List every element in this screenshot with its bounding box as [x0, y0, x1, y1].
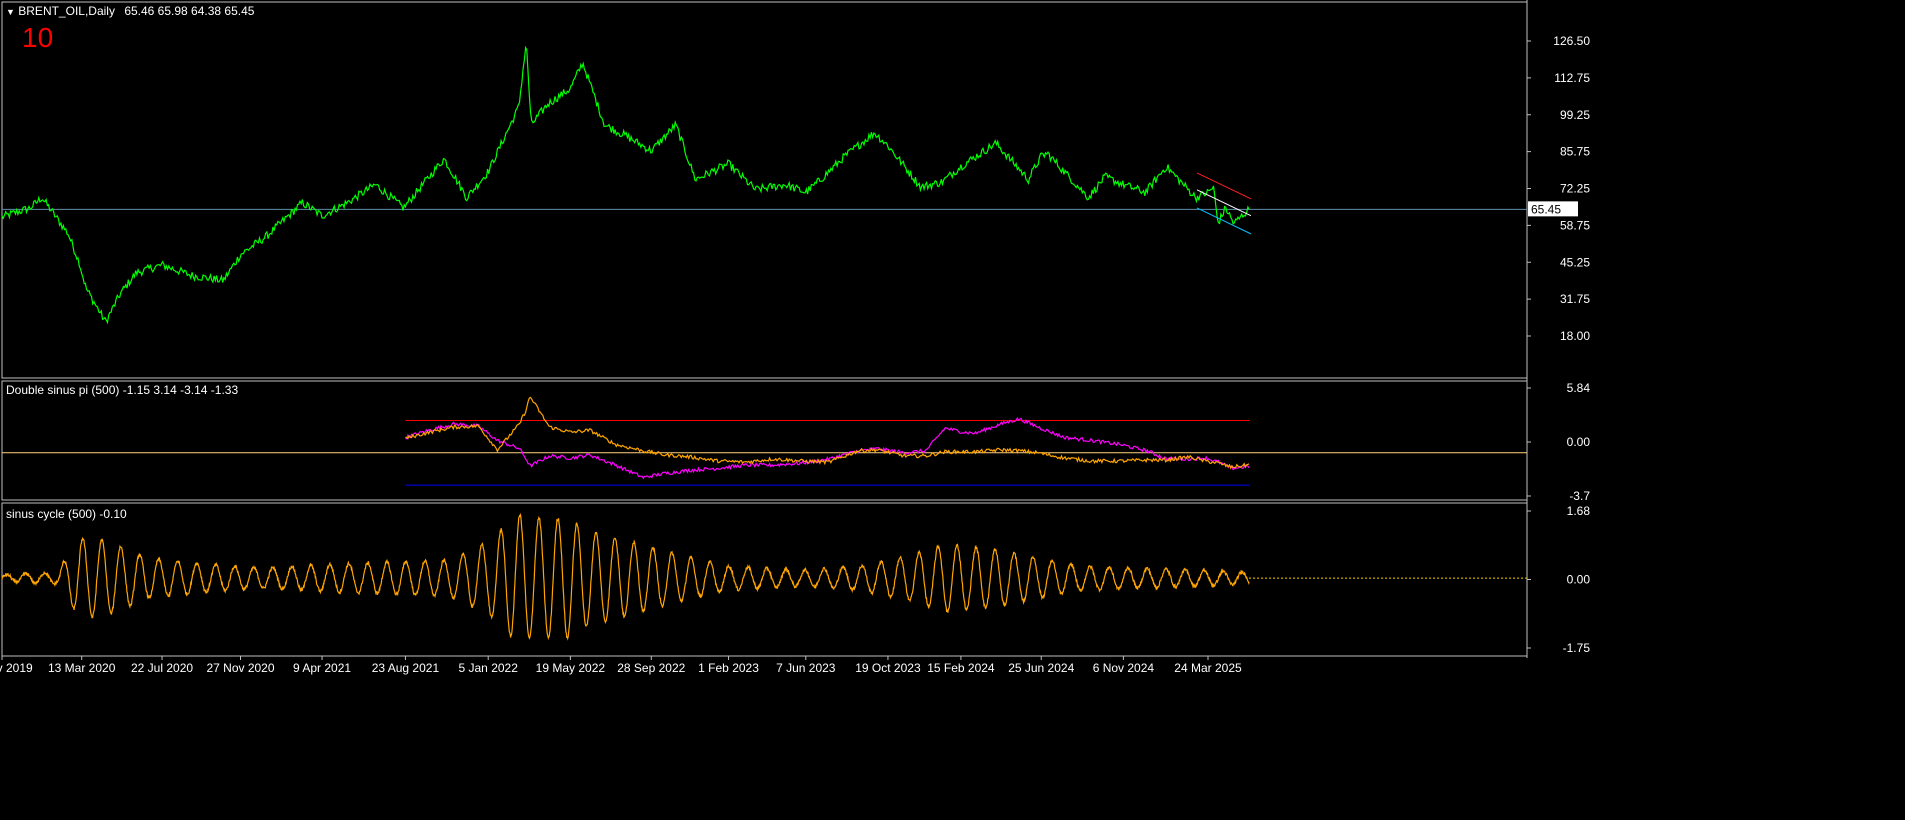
x-axis-label: 24 Mar 2025: [1174, 661, 1242, 675]
y-tick-label: -1.75: [1563, 641, 1591, 655]
pane-frame-2: [1, 502, 1528, 657]
x-axis-label: 27 Nov 2020: [206, 661, 274, 675]
y-tick-label: 45.25: [1560, 255, 1590, 269]
y-tick-label: 85.75: [1560, 145, 1590, 159]
y-tick-label: 18.00: [1560, 329, 1590, 343]
x-axis-label: 22 Jul 2020: [131, 661, 193, 675]
x-axis-label: 6 Nov 2024: [1093, 661, 1155, 675]
x-axis-label: 28 Sep 2022: [617, 661, 685, 675]
oscillator-series-0: [405, 416, 1250, 480]
x-axis-label: 5 Jan 2022: [459, 661, 519, 675]
current-price-label: 65.45: [1531, 202, 1561, 216]
y-tick-label: 0.00: [1567, 573, 1591, 587]
y-tick-label: 112.75: [1554, 71, 1590, 85]
x-axis-label: 19 Oct 2023: [855, 661, 921, 675]
y-tick-label: 58.75: [1560, 218, 1590, 232]
x-axis-label: 1 Feb 2023: [698, 661, 759, 675]
y-tick-label: 72.25: [1560, 182, 1590, 196]
x-axis-label: 23 Aug 2021: [372, 661, 440, 675]
pane-frame-0: [1, 1, 1528, 379]
price-line: [1, 45, 1250, 325]
x-axis-label: 4 Nov 2019: [0, 661, 33, 675]
y-tick-label: 5.84: [1567, 381, 1591, 395]
y-tick-label: 0.00: [1567, 435, 1591, 449]
x-axis-label: 19 May 2022: [536, 661, 606, 675]
x-axis-label: 25 Jun 2024: [1008, 661, 1074, 675]
pane-frame-1: [1, 380, 1528, 501]
x-axis-label: 7 Jun 2023: [776, 661, 836, 675]
y-tick-label: 1.68: [1567, 504, 1591, 518]
x-axis-label: 15 Feb 2024: [927, 661, 995, 675]
y-tick-label: 31.75: [1560, 292, 1590, 306]
x-axis-label: 13 Mar 2020: [48, 661, 116, 675]
chart-canvas[interactable]: 126.50 112.75 99.25 85.75 72.25 58.75 45.25 31.…: [0, 0, 1905, 820]
cycle-series: [1, 512, 1250, 641]
y-tick-label: -3.7: [1569, 489, 1590, 503]
y-tick-label: 126.50: [1553, 34, 1590, 48]
x-axis-label: 9 Apr 2021: [293, 661, 351, 675]
y-tick-label: 99.25: [1560, 108, 1590, 122]
